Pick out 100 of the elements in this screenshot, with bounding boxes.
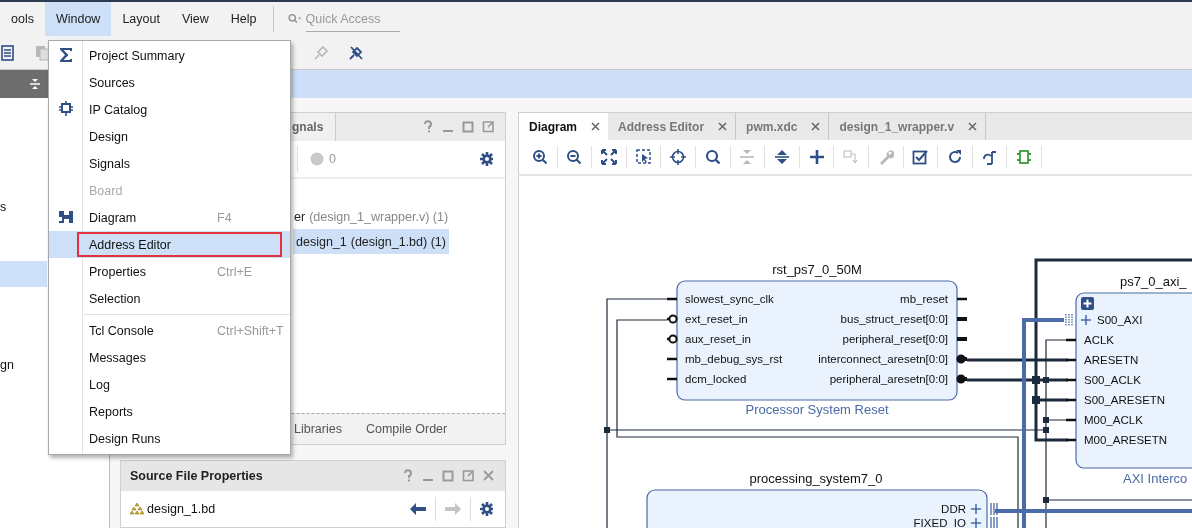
port-label: aux_reset_in — [685, 333, 751, 345]
ip-catalog-icon — [58, 101, 74, 117]
layout-icon[interactable] — [981, 149, 998, 165]
menu-bar-item[interactable]: Window — [44, 2, 112, 36]
port-pin[interactable] — [667, 314, 678, 324]
menu-item[interactable]: Messages — [49, 344, 290, 371]
port-pin[interactable] — [1066, 378, 1076, 382]
port-label: slowest_sync_clk — [685, 293, 774, 305]
menu-item[interactable]: IP Catalog — [49, 96, 290, 123]
close-icon[interactable] — [811, 122, 821, 131]
port-label: S00_ACLK — [1084, 374, 1141, 386]
block-title: ps7_0_axi_ — [1120, 274, 1187, 289]
port-pin[interactable] — [667, 297, 677, 301]
port-label: S00_AXI — [1097, 314, 1143, 326]
sigma-icon — [58, 47, 74, 63]
block-subtitle: Processor System Reset — [745, 402, 889, 417]
port-label: peripheral_reset[0:0] — [842, 333, 948, 345]
port-pin[interactable] — [1066, 418, 1076, 422]
port-label: M00_ARESETN — [1084, 434, 1168, 446]
port-pin[interactable] — [667, 377, 677, 381]
port-label: mb_reset — [900, 293, 948, 305]
port-pin[interactable] — [957, 297, 967, 301]
settings-icon[interactable] — [480, 502, 493, 516]
block-title: rst_ps7_0_50M — [772, 262, 862, 277]
editor-tab[interactable]: Diagram — [519, 113, 609, 140]
menu-bar-item[interactable]: View — [170, 2, 220, 36]
panel-tab[interactable]: Compile Order — [353, 422, 460, 436]
status-dot-icon — [310, 152, 324, 166]
close-icon[interactable] — [968, 122, 978, 131]
unplug-icon[interactable] — [348, 44, 364, 61]
menu-item[interactable]: Properties Ctrl+E — [49, 258, 290, 285]
menu-item[interactable]: Diagram F4 — [49, 204, 290, 231]
port-label: mb_debug_sys_rst — [685, 353, 783, 365]
document-icon[interactable] — [0, 44, 16, 61]
collapse-icon[interactable] — [29, 78, 41, 90]
expand-icon[interactable] — [773, 149, 790, 165]
port-label: interconnect_aresetn[0:0] — [818, 353, 948, 365]
settings-icon[interactable] — [480, 152, 493, 166]
tree-item[interactable]: design_1 (design_1.bd) (1) — [293, 229, 449, 254]
back-arrow-icon[interactable] — [410, 503, 426, 515]
add-icon[interactable] — [808, 149, 825, 165]
panel-tab[interactable]: gnals — [290, 113, 337, 141]
crosshair-icon[interactable] — [670, 149, 687, 165]
add-icon[interactable] — [1080, 314, 1092, 326]
panel-tab[interactable]: Libraries — [294, 422, 354, 436]
port-label: ACLK — [1084, 334, 1115, 346]
menu-item[interactable]: Design Runs — [49, 425, 290, 452]
port-label: ext_reset_in — [685, 313, 748, 325]
port-label: bus_struct_reset[0:0] — [840, 313, 948, 325]
menu-item[interactable]: Signals — [49, 150, 290, 177]
menu-item[interactable]: Address Editor — [49, 231, 290, 258]
port-label: S00_ARESETN — [1084, 394, 1166, 406]
ip-block[interactable] — [676, 280, 958, 401]
port-label: ARESETN — [1084, 354, 1139, 366]
fit-view-icon[interactable] — [601, 149, 617, 165]
warning-count: 0 — [329, 152, 336, 166]
port-pin[interactable] — [956, 354, 967, 364]
menu-item[interactable]: Sources — [49, 69, 290, 96]
zoom-in-icon[interactable] — [531, 149, 548, 165]
panel-title: Source File Properties — [130, 469, 263, 483]
menu-item[interactable]: Design — [49, 123, 290, 150]
close-icon[interactable] — [718, 122, 728, 131]
menu-bar-item[interactable]: ools — [0, 2, 45, 36]
select-area-icon[interactable] — [635, 149, 652, 165]
port-label: dcm_locked — [685, 373, 747, 385]
port-label: peripheral_aresetn[0:0] — [829, 373, 948, 385]
port-pin[interactable] — [1066, 438, 1076, 442]
menu-item[interactable]: Project Summary — [49, 42, 290, 69]
file-name: design_1.bd — [147, 502, 216, 516]
port-pin[interactable] — [1066, 338, 1076, 342]
port-label: M00_ACLK — [1084, 414, 1143, 426]
menu-item[interactable]: Selection — [49, 285, 290, 312]
refresh-icon[interactable] — [946, 149, 963, 165]
menu-bar-item[interactable]: Help — [219, 2, 268, 36]
checkbox-icon[interactable] — [912, 149, 929, 165]
menu-item[interactable]: Tcl Console Ctrl+Shift+T — [49, 317, 290, 344]
chip-icon[interactable] — [1016, 149, 1033, 165]
expand-icon[interactable] — [1081, 297, 1094, 310]
menu-bar-item[interactable]: Layout — [111, 2, 171, 36]
add-icon[interactable] — [970, 503, 982, 515]
block-title: processing_system7_0 — [749, 471, 883, 486]
add-icon[interactable] — [970, 517, 982, 528]
file-icon — [130, 502, 144, 516]
port-pin[interactable] — [956, 374, 967, 384]
tree-item[interactable]: er (design_1_wrapper.v) (1) — [291, 204, 452, 229]
tree-item[interactable]: gn — [0, 352, 47, 378]
menu-item[interactable]: Reports — [49, 398, 290, 425]
port-pin[interactable] — [667, 357, 677, 361]
tree-item[interactable]: s — [0, 194, 47, 220]
port-pin[interactable] — [1066, 398, 1076, 402]
port-pin[interactable] — [1066, 358, 1076, 362]
search-icon[interactable] — [704, 149, 721, 165]
menu-item[interactable]: Log — [49, 371, 290, 398]
block-diagram-icon — [58, 209, 74, 225]
zoom-out-icon[interactable] — [566, 149, 583, 165]
ip-block[interactable] — [1075, 292, 1192, 469]
port-pin[interactable] — [667, 334, 678, 344]
block-subtitle: AXI Interco — [1123, 471, 1188, 486]
close-icon[interactable] — [591, 122, 601, 131]
search-field[interactable]: Quick Access — [305, 6, 400, 32]
